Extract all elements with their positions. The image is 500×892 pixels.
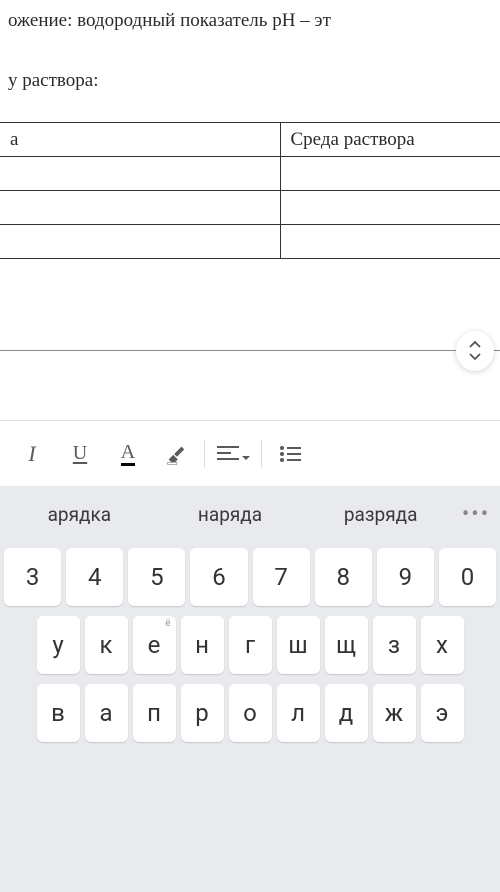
chevron-down-icon (469, 353, 481, 361)
key-о[interactable]: о (229, 684, 272, 742)
format-toolbar: I U A (0, 420, 500, 486)
document-heading[interactable]: ожение: водородный показатель рН – эт (0, 10, 500, 32)
text-color-button[interactable]: A (104, 430, 152, 478)
table-cell[interactable] (280, 225, 500, 259)
key-4[interactable]: 4 (66, 548, 123, 606)
key-а[interactable]: а (85, 684, 128, 742)
key-row: укеёнгшщзх (4, 616, 496, 674)
key-г[interactable]: г (229, 616, 272, 674)
key-3[interactable]: 3 (4, 548, 61, 606)
key-п[interactable]: п (133, 684, 176, 742)
bullet-list-button[interactable] (266, 430, 314, 478)
virtual-keyboard: арядка наряда разряда ••• 34567890 укеён… (0, 486, 500, 892)
key-з[interactable]: з (373, 616, 416, 674)
key-hint: ё (165, 618, 170, 629)
italic-icon: I (28, 441, 35, 467)
key-н[interactable]: н (181, 616, 224, 674)
key-0[interactable]: 0 (439, 548, 496, 606)
key-е[interactable]: её (133, 616, 176, 674)
chevron-up-icon (469, 341, 481, 349)
key-л[interactable]: л (277, 684, 320, 742)
key-ж[interactable]: ж (373, 684, 416, 742)
italic-button[interactable]: I (8, 430, 56, 478)
underline-icon: U (73, 442, 87, 465)
table-cell[interactable] (280, 191, 500, 225)
table-header-b[interactable]: Среда раствора (280, 123, 500, 157)
highlight-button[interactable] (152, 430, 200, 478)
table-row (0, 157, 500, 191)
key-х[interactable]: х (421, 616, 464, 674)
underline-button[interactable]: U (56, 430, 104, 478)
document-area[interactable]: ожение: водородный показатель рН – эт у … (0, 0, 500, 395)
bullet-list-icon (279, 445, 301, 463)
table-row (0, 191, 500, 225)
horizontal-rule (0, 350, 500, 351)
suggestion-row: арядка наряда разряда ••• (0, 486, 500, 542)
key-р[interactable]: р (181, 684, 224, 742)
text-color-icon: A (121, 442, 135, 466)
key-5[interactable]: 5 (128, 548, 185, 606)
highlight-icon (165, 443, 187, 465)
key-д[interactable]: д (325, 684, 368, 742)
separator (261, 440, 262, 468)
table-cell[interactable] (280, 157, 500, 191)
table-cell[interactable] (0, 191, 280, 225)
table-cell[interactable] (0, 157, 280, 191)
suggestion[interactable]: разряда (305, 503, 456, 526)
chevron-down-icon (242, 456, 250, 461)
more-suggestions[interactable]: ••• (456, 502, 496, 527)
table[interactable]: а Среда раствора (0, 122, 500, 259)
key-ш[interactable]: ш (277, 616, 320, 674)
document-subtext[interactable]: у раствора: (0, 70, 500, 92)
key-щ[interactable]: щ (325, 616, 368, 674)
table-row (0, 225, 500, 259)
table-header-row: а Среда раствора (0, 123, 500, 157)
stepper-control[interactable] (456, 331, 494, 371)
key-9[interactable]: 9 (377, 548, 434, 606)
key-в[interactable]: в (37, 684, 80, 742)
key-э[interactable]: э (421, 684, 464, 742)
key-7[interactable]: 7 (253, 548, 310, 606)
key-8[interactable]: 8 (315, 548, 372, 606)
key-6[interactable]: 6 (190, 548, 247, 606)
key-у[interactable]: у (37, 616, 80, 674)
suggestion[interactable]: арядка (4, 503, 155, 526)
separator (204, 440, 205, 468)
key-к[interactable]: к (85, 616, 128, 674)
align-left-icon (217, 445, 239, 463)
align-button[interactable] (209, 430, 257, 478)
table-cell[interactable] (0, 225, 280, 259)
table-header-a[interactable]: а (0, 123, 280, 157)
key-row: 34567890 (4, 548, 496, 606)
key-row: вапролджэ (4, 684, 496, 742)
suggestion[interactable]: наряда (155, 503, 306, 526)
